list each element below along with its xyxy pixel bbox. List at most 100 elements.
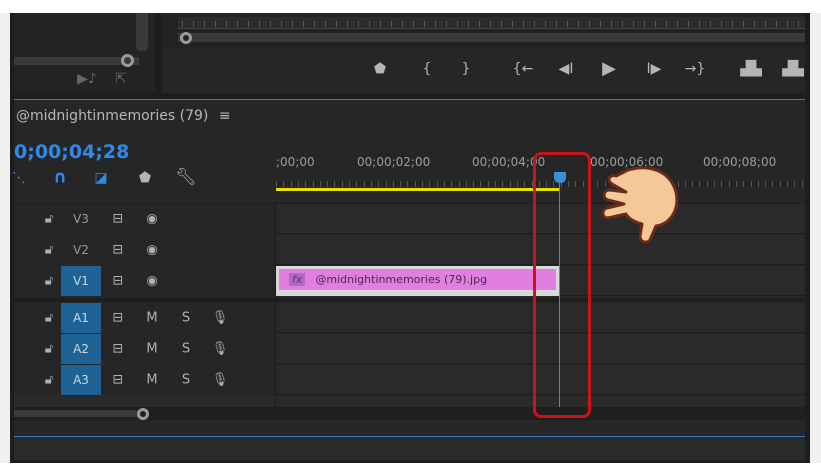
bottom-panel xyxy=(14,437,805,460)
lift-icon[interactable]: ▟▙ xyxy=(740,62,762,76)
hamburger-icon[interactable]: ≡ xyxy=(219,108,231,124)
lock-icon[interactable]: 🔓︎ xyxy=(45,373,53,388)
mute-button[interactable]: M xyxy=(146,311,157,326)
video-audio-divider[interactable] xyxy=(14,298,805,302)
ruler-tick xyxy=(349,181,350,187)
vertical-scrollbar[interactable] xyxy=(136,13,148,51)
go-to-out-icon[interactable]: →} xyxy=(685,62,706,76)
sequence-tab[interactable]: @midnightinmemories (79) ≡ xyxy=(16,108,231,124)
solo-button[interactable]: S xyxy=(182,311,190,326)
track-target-toggle[interactable]: V2 xyxy=(61,235,101,265)
ruler-tick xyxy=(743,21,744,27)
ruler-tick xyxy=(721,21,722,27)
lock-icon[interactable]: 🔓︎ xyxy=(45,274,53,289)
solo-button[interactable]: S xyxy=(182,342,190,357)
ruler-tick xyxy=(327,181,329,187)
audio-track[interactable]: 🔓︎ A2 ⊟ M S 🎙︎ xyxy=(14,334,805,364)
timeline-scrollbar[interactable] xyxy=(14,407,805,420)
ruler-tick xyxy=(392,181,394,187)
track-target-toggle[interactable]: A1 xyxy=(61,303,101,333)
ruler-tick xyxy=(732,21,733,27)
sync-lock-icon[interactable]: ⊟ xyxy=(113,311,124,326)
ruler-tick xyxy=(414,181,416,187)
ruler-tick xyxy=(644,21,645,27)
linked-selection-icon[interactable]: ◪ xyxy=(94,171,107,185)
sync-lock-icon[interactable]: ⊟ xyxy=(113,274,124,289)
add-marker-icon[interactable]: ⬟ xyxy=(139,171,151,185)
ruler-tick xyxy=(735,181,737,187)
sync-lock-icon[interactable]: ⊟ xyxy=(113,373,124,388)
mark-in-icon[interactable]: { xyxy=(423,62,432,76)
microphone-icon[interactable]: 🎙︎ xyxy=(212,373,229,388)
program-zoom-handle[interactable] xyxy=(180,32,192,44)
mark-out-icon[interactable]: } xyxy=(462,62,471,76)
ruler-tick xyxy=(297,181,299,187)
track-target-toggle[interactable]: V1 xyxy=(61,266,101,296)
ruler-tick xyxy=(341,181,343,187)
ruler-tick xyxy=(480,181,482,187)
step-back-icon[interactable]: ◀I xyxy=(559,62,574,76)
ruler-tick xyxy=(347,21,348,27)
track-label: A1 xyxy=(73,311,89,325)
ruler-tick xyxy=(699,21,700,27)
eye-icon[interactable]: ◉ xyxy=(146,243,157,258)
ruler-tick xyxy=(413,21,414,27)
highlight-box xyxy=(533,152,591,418)
marker-icon[interactable]: ⬟ xyxy=(374,62,386,76)
go-to-in-icon[interactable]: {← xyxy=(513,62,534,76)
video-track[interactable]: 🔓︎ V2 ⊟ ◉ xyxy=(14,235,805,265)
nest-toggle-icon[interactable]: ⋱ xyxy=(12,171,26,185)
video-clip[interactable]: fx @midnightinmemories (79).jpg xyxy=(276,266,560,296)
audio-track[interactable]: 🔓︎ A1 ⊟ M S 🎙︎ xyxy=(14,303,805,333)
track-target-toggle[interactable]: A3 xyxy=(61,365,101,395)
lock-icon[interactable]: 🔓︎ xyxy=(45,212,53,227)
track-label: A3 xyxy=(73,373,89,387)
program-ruler[interactable] xyxy=(178,17,805,29)
eye-icon[interactable]: ◉ xyxy=(146,212,157,227)
ruler-tick xyxy=(666,21,667,27)
ruler-tick xyxy=(743,181,745,187)
audio-track[interactable]: 🔓︎ A3 ⊟ M S 🎙︎ xyxy=(14,365,805,395)
play-icon[interactable]: ▶ xyxy=(602,60,616,78)
ruler-tick xyxy=(305,181,307,187)
lock-icon[interactable]: 🔓︎ xyxy=(45,311,53,326)
ruler-tick xyxy=(495,181,496,187)
program-scrollbar[interactable] xyxy=(178,33,805,42)
work-area-bar[interactable] xyxy=(276,188,560,191)
extract-icon[interactable]: ▟▙ xyxy=(782,62,804,76)
ruler-tick xyxy=(622,21,623,27)
sync-lock-icon[interactable]: ⊟ xyxy=(113,212,124,227)
microphone-icon[interactable]: 🎙︎ xyxy=(212,342,229,357)
ruler-tick xyxy=(237,21,238,27)
solo-button[interactable]: S xyxy=(182,373,190,388)
export-frame-icon[interactable]: ⇱ xyxy=(115,72,127,86)
track-target-toggle[interactable]: V3 xyxy=(61,204,101,234)
ruler-tick xyxy=(534,21,535,27)
eye-icon[interactable]: ◉ xyxy=(146,274,157,289)
sync-lock-icon[interactable]: ⊟ xyxy=(113,243,124,258)
sync-lock-icon[interactable]: ⊟ xyxy=(113,342,124,357)
ruler-tick xyxy=(319,181,321,187)
track-label: V2 xyxy=(73,243,89,257)
video-track[interactable]: 🔓︎ V3 ⊟ ◉ xyxy=(14,204,805,234)
lock-icon[interactable]: 🔓︎ xyxy=(45,342,53,357)
mute-button[interactable]: M xyxy=(146,342,157,357)
microphone-icon[interactable]: 🎙︎ xyxy=(212,311,229,326)
track-target-toggle[interactable]: A2 xyxy=(61,334,101,364)
insert-audio-icon[interactable]: ▶♪ xyxy=(77,72,97,86)
wrench-icon[interactable]: 🔧︎ xyxy=(175,169,197,187)
ruler-tick xyxy=(501,21,502,27)
source-monitor-panel: ▶♪ ⇱ xyxy=(14,13,155,93)
ruler-tick xyxy=(370,181,372,187)
ruler-tick xyxy=(699,181,701,187)
timeline-zoom-handle[interactable] xyxy=(137,408,149,420)
ruler-label: 00;00;02;00 xyxy=(357,155,431,169)
playhead-timecode[interactable]: 0;00;04;28 xyxy=(14,141,129,163)
snap-icon[interactable]: ∩ xyxy=(53,169,67,187)
step-forward-icon[interactable]: I▶ xyxy=(647,62,662,76)
zoom-handle[interactable] xyxy=(121,54,134,67)
ruler-tick xyxy=(516,181,518,187)
mute-button[interactable]: M xyxy=(146,373,157,388)
ruler-tick xyxy=(400,181,402,187)
lock-icon[interactable]: 🔓︎ xyxy=(45,243,53,258)
